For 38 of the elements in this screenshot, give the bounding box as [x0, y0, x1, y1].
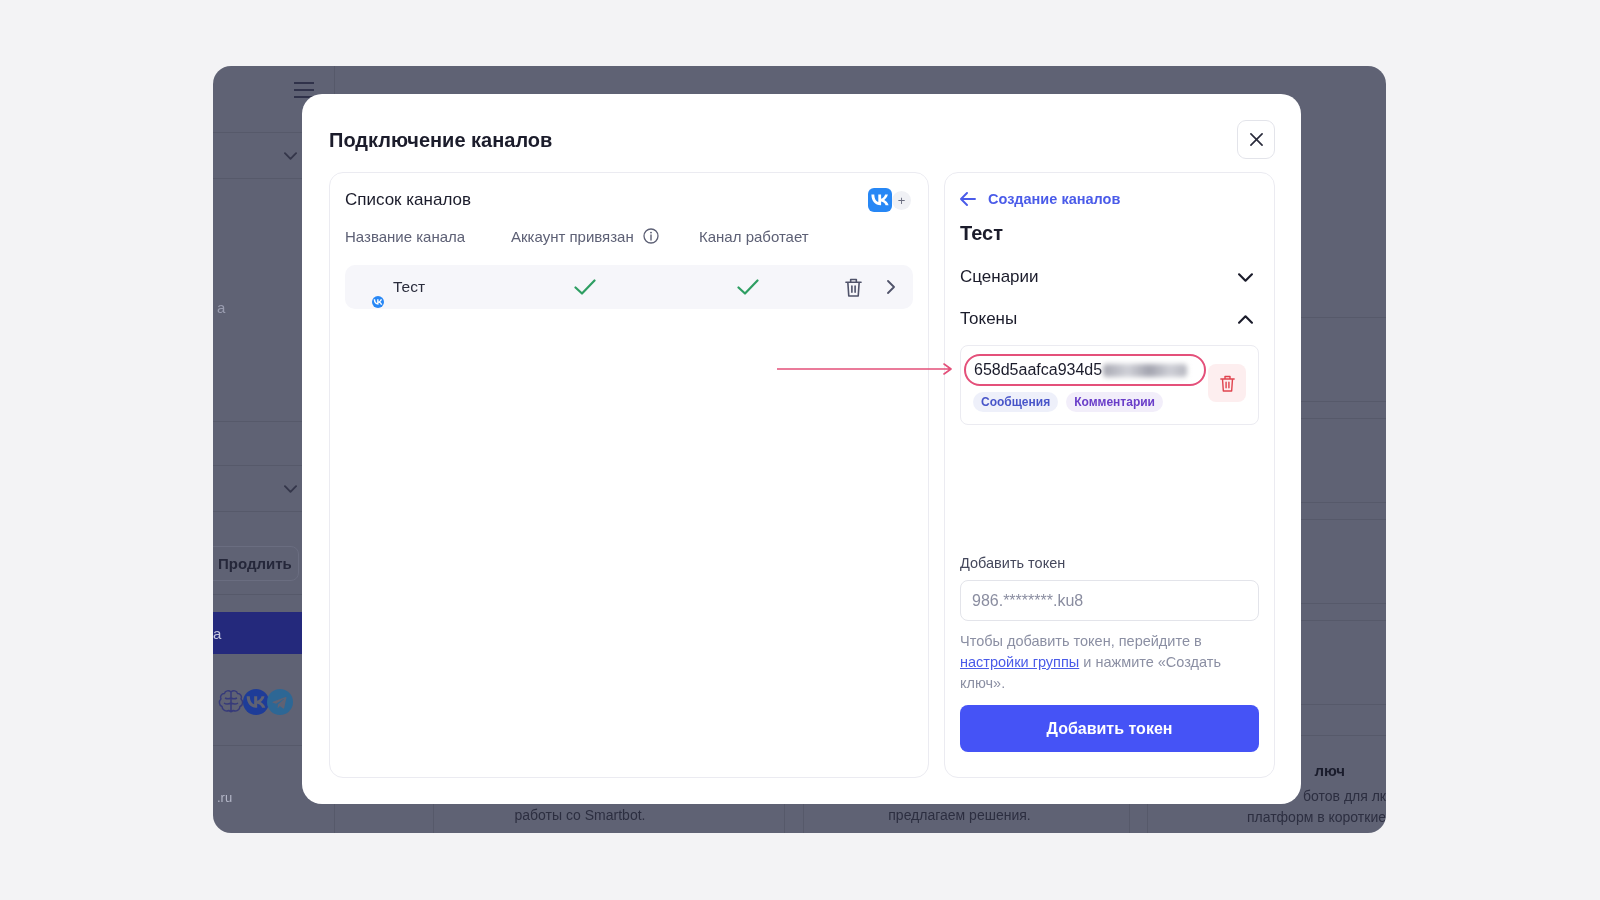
channel-row[interactable]: Тест [345, 265, 913, 309]
help-text: Чтобы добавить токен, перейдите в настройки группы и нажмите «Создать ключ». [960, 632, 1222, 693]
trash-icon [1219, 374, 1235, 392]
sidebar-text: а [217, 299, 226, 316]
column-header: Канал работает [699, 227, 809, 245]
field-label: Добавить токен [960, 554, 1067, 573]
arrow-left-icon [960, 192, 976, 206]
add-button[interactable]: + [892, 190, 911, 210]
vk-logo-icon [868, 188, 892, 212]
chevron-down-icon [284, 484, 297, 493]
settings-link[interactable]: настройки группы [960, 654, 1080, 670]
close-button[interactable] [1237, 120, 1275, 159]
vk-badge-icon [372, 296, 384, 308]
chevron-down-icon [284, 151, 297, 160]
trash-icon [844, 277, 862, 297]
panel-title: Список каналов [345, 190, 471, 210]
scope-tag: Комментарии [1066, 392, 1163, 412]
vk-logo-icon [243, 689, 269, 715]
column-header: Название канала [345, 227, 466, 245]
menu-icon[interactable] [294, 82, 314, 98]
token-value: 658d5aafca934d5 [974, 361, 1103, 379]
close-icon [1249, 133, 1263, 146]
column-header: Аккаунт привязан [511, 227, 634, 245]
add-token-button[interactable]: Добавить токен [960, 705, 1259, 752]
section-toggle[interactable]: Сценарии [960, 265, 1259, 289]
modal-title: Подключение каналов [329, 127, 553, 153]
section-toggle[interactable]: Токены [960, 307, 1259, 331]
card-title: люч [1314, 761, 1345, 781]
domain-text: .ru [217, 790, 233, 805]
channel-title: Тест [960, 221, 1004, 246]
back-link[interactable]: Создание каналов [960, 188, 1121, 210]
token-input[interactable]: 986.********.ku8 [960, 580, 1259, 621]
delete-token-button[interactable] [1208, 364, 1246, 402]
channel-name: Тест [393, 278, 426, 296]
brain-icon [217, 689, 245, 715]
paper-plane-icon [267, 689, 293, 715]
scope-tag: Сообщения [973, 392, 1059, 412]
chevron-right-icon [887, 280, 895, 294]
